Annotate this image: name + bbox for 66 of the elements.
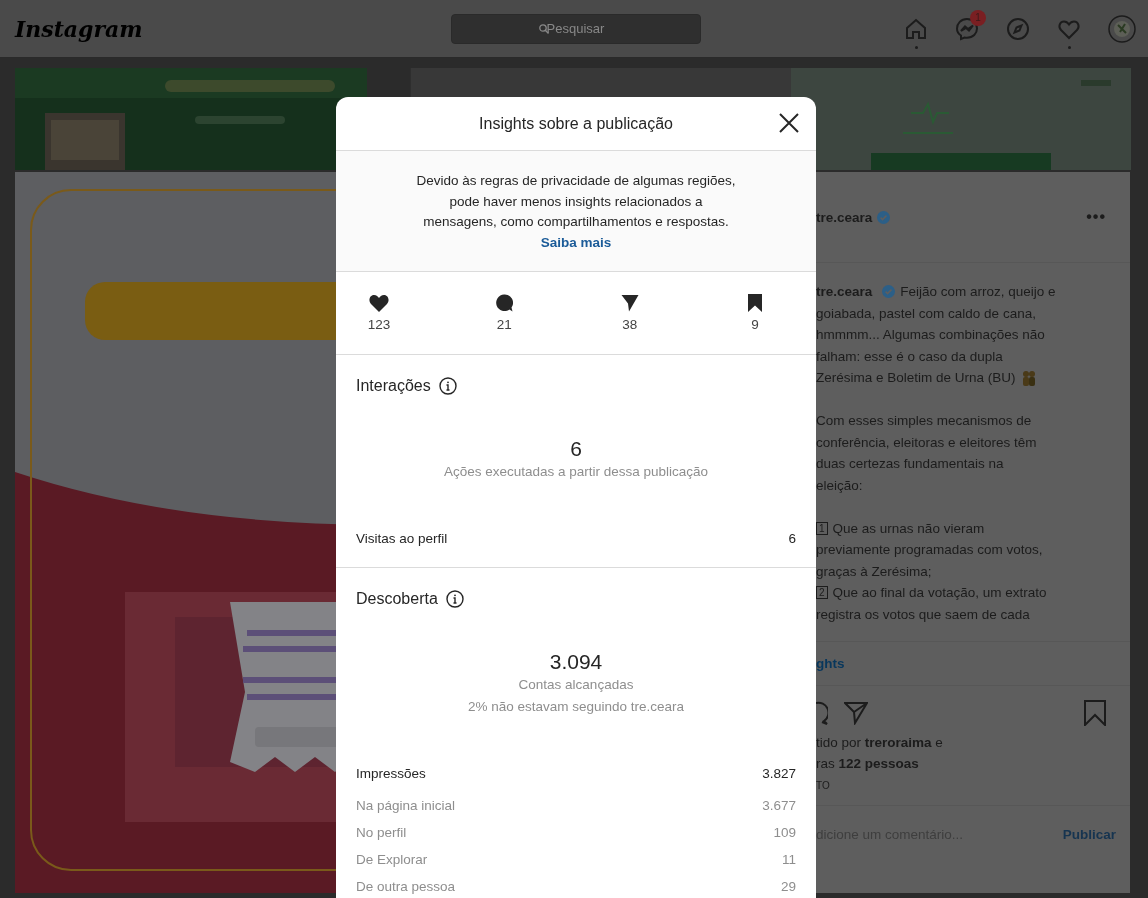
caption-text: Com esses simples mecanismos de: [816, 412, 1032, 430]
comment-icon: [495, 294, 514, 312]
username-link[interactable]: tre.ceara: [816, 209, 873, 225]
metric-value: 29: [780, 879, 796, 894]
username-link[interactable]: tre.ceara: [816, 281, 873, 303]
total-caption: Contas alcançadas: [517, 676, 635, 694]
couple-emoji-icon: [1020, 369, 1037, 386]
paper-plane-icon[interactable]: [844, 701, 868, 725]
info-icon[interactable]: [445, 590, 464, 608]
heart-icon: [369, 294, 389, 312]
caption-text: registra os votos que saem de cada: [816, 605, 1030, 624]
bookmark-icon: [748, 294, 762, 312]
comment-icon[interactable]: [816, 701, 828, 725]
caption-text: Feijão com arroz, queijo e: [900, 283, 1056, 301]
metric-value: 3.827: [762, 765, 796, 781]
metric-value: 3.677: [762, 798, 796, 813]
paper-plane-icon: [620, 294, 639, 312]
caption-text: previamente programadas com votos,: [816, 541, 1043, 559]
caption-text: falham: esse é o caso da dupla: [816, 347, 1003, 366]
post-date: TO: [816, 780, 831, 791]
caption-text: Que as urnas não vieram: [832, 519, 985, 538]
compass-icon[interactable]: [1006, 16, 1030, 41]
count-value: 123: [367, 317, 391, 332]
metric-label: De outra pessoa: [356, 879, 456, 894]
caption-text: eleição:: [816, 476, 863, 495]
liked-by-text: tido por treroraima e ras 122 pessoas: [816, 734, 944, 773]
home-icon[interactable]: [904, 16, 928, 41]
search-icon: [538, 23, 549, 34]
app-logo[interactable]: Instagram: [15, 15, 143, 42]
bookmark-icon[interactable]: [1084, 700, 1106, 726]
metric-value: 11: [782, 852, 796, 867]
metric-label: Na página inicial: [356, 798, 456, 813]
search-field[interactable]: Pesquisar: [450, 13, 701, 44]
privacy-notice: Devido às regras de privacidade de algumas regiões, pode haver menos insights relacionados a mensagens, como compartilhamentos e respostas. Saiba mais: [415, 172, 737, 252]
section-title: Interações: [356, 377, 431, 395]
caption-text: graças à Zerésima;: [816, 562, 932, 581]
caption-text: goiabada, pastel com caldo de cana,: [816, 304, 1036, 323]
metric-label: De Explorar: [356, 852, 428, 867]
count-value: 9: [751, 317, 759, 332]
total-value: 6: [569, 437, 583, 461]
total-caption: Ações executadas a partir dessa publicação: [442, 463, 710, 481]
metric-label: Visitas ao perfil: [356, 530, 448, 546]
caption-text: Zerésima e Boletim de Urna (BU): [816, 369, 1016, 387]
info-icon[interactable]: [438, 377, 457, 395]
keycap-number: 1: [816, 521, 828, 535]
caption-text: conferência, eleitoras e eleitores têm: [816, 433, 1037, 452]
metric-label: Impressões: [356, 765, 426, 781]
total-caption: 2% não estavam seguindo tre.ceara: [466, 698, 686, 716]
notification-badge: 1: [970, 9, 986, 26]
caption-text: Que ao final da votação, um extrato: [832, 584, 1047, 602]
more-options-button[interactable]: •••: [1086, 208, 1106, 226]
learn-more-link[interactable]: Saiba mais: [540, 234, 612, 250]
caption-text: duas certezas fundamentais na: [816, 455, 1004, 473]
publish-button[interactable]: Publicar: [1062, 826, 1116, 842]
section-title: Descoberta: [356, 590, 438, 608]
metric-value: 6: [788, 530, 796, 546]
insights-link[interactable]: ghts: [816, 656, 845, 671]
metric-label: No perfil: [356, 825, 407, 840]
count-value: 21: [496, 317, 512, 332]
total-value: 3.094: [548, 650, 604, 674]
metric-value: 109: [773, 825, 796, 840]
keycap-number: 2: [816, 586, 828, 600]
dialog-title: Insights sobre a publicação: [479, 114, 673, 133]
count-value: 38: [622, 317, 638, 332]
avatar-icon[interactable]: [1108, 14, 1136, 43]
caption-text: hmmmm... Algumas combinações não: [816, 326, 1045, 344]
